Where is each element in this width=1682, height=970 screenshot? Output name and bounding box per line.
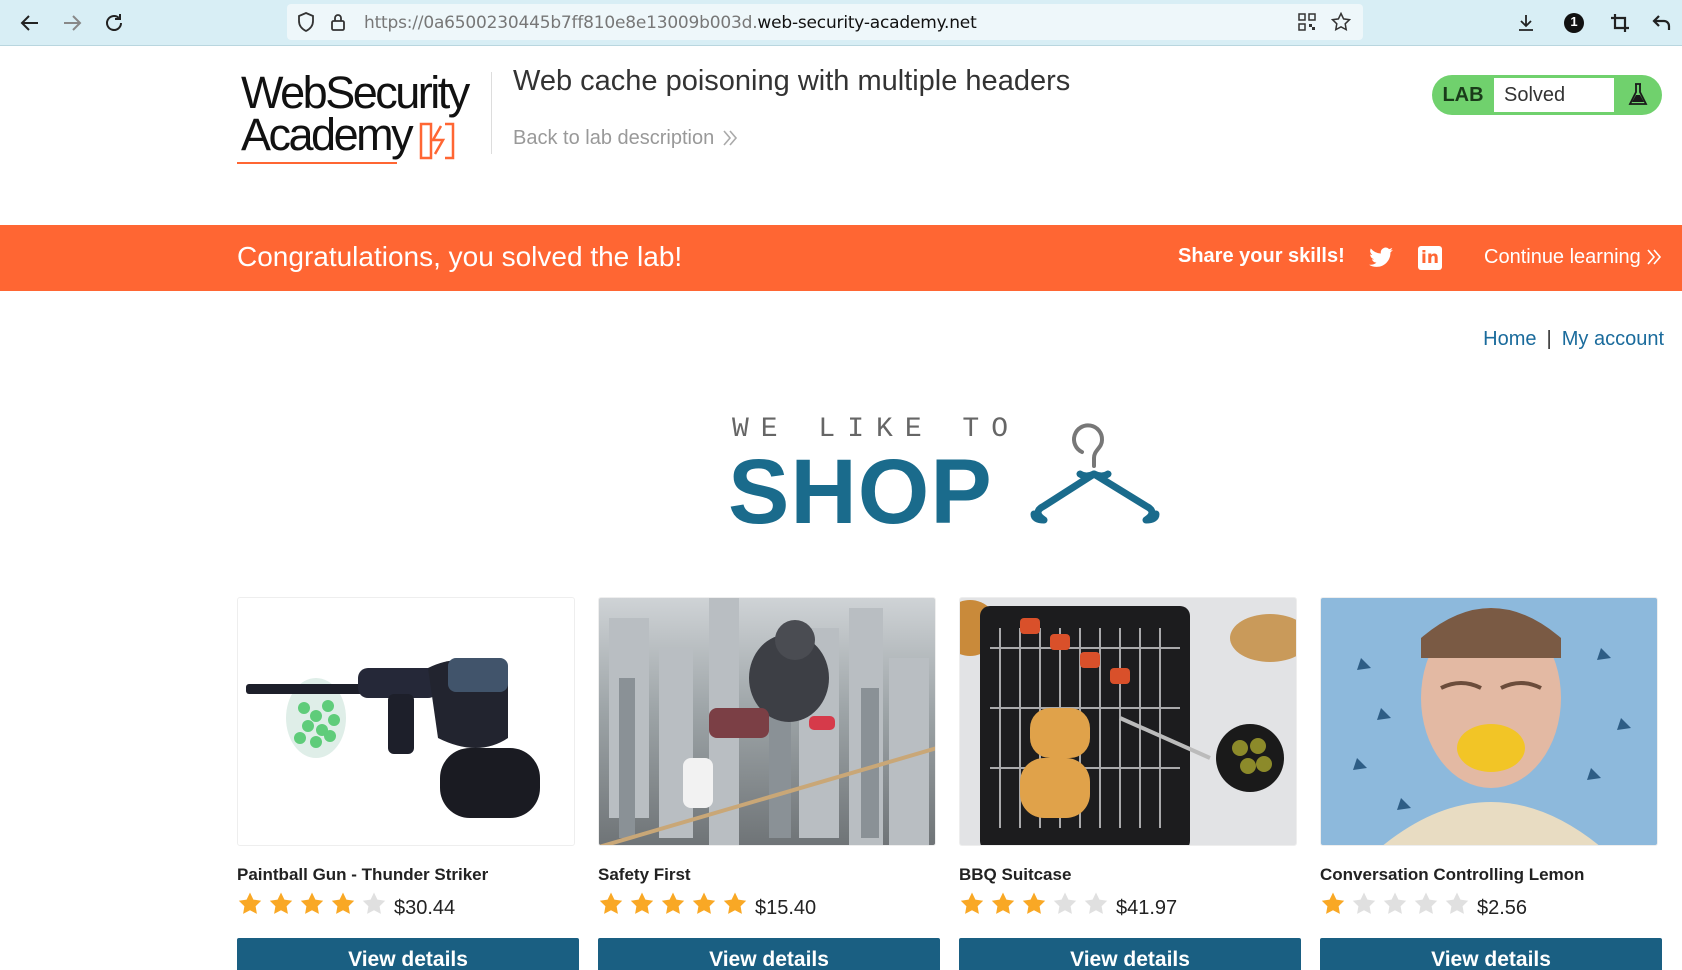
logo-underline <box>237 162 397 164</box>
continue-learning-link[interactable]: Continue learning <box>1484 246 1641 269</box>
star-empty-icon <box>1084 892 1108 914</box>
star-filled-icon <box>960 892 984 914</box>
star-filled-icon <box>300 892 324 914</box>
star-empty-icon <box>1352 892 1376 914</box>
double-chevron-right-icon <box>1647 249 1662 265</box>
star-rating <box>598 891 748 921</box>
crop-icon[interactable] <box>1606 9 1634 37</box>
star-empty-icon <box>1383 892 1407 914</box>
view-details-button[interactable]: View details <box>1320 938 1662 970</box>
product-price: $15.40 <box>755 897 817 919</box>
download-icon[interactable] <box>1512 9 1540 37</box>
star-filled-icon <box>630 892 654 914</box>
solved-banner: Congratulations, you solved the lab! Sha… <box>0 225 1682 291</box>
lock-icon[interactable] <box>328 12 348 32</box>
web-security-academy-logo[interactable]: WebSecurity Academy <box>237 70 491 166</box>
star-filled-icon <box>723 892 747 914</box>
url-domain: web-security-academy.net <box>757 13 977 33</box>
star-filled-icon <box>991 892 1015 914</box>
star-filled-icon <box>661 892 685 914</box>
home-link[interactable]: Home <box>1483 328 1536 350</box>
star-empty-icon <box>1414 892 1438 914</box>
product-price: $41.97 <box>1116 897 1178 919</box>
star-empty-icon <box>1053 892 1077 914</box>
product-image-conversation-lemon <box>1320 597 1658 846</box>
view-details-button[interactable]: View details <box>598 938 940 970</box>
nav-separator: | <box>1546 328 1552 350</box>
product-price: $2.56 <box>1477 897 1528 919</box>
product-name: Conversation Controlling Lemon <box>1320 865 1585 884</box>
star-filled-icon <box>238 892 262 914</box>
view-details-button[interactable]: View details <box>959 938 1301 970</box>
extension-badge-icon[interactable]: 1 <box>1560 9 1588 37</box>
lab-status-badge: LAB Solved <box>1432 75 1662 115</box>
lab-status-text: Solved <box>1494 78 1614 112</box>
product-image-paintball-gun <box>237 597 575 846</box>
star-rating <box>959 891 1109 921</box>
star-filled-icon <box>331 892 355 914</box>
back-to-lab-description-link[interactable]: Back to lab description <box>513 127 714 150</box>
product-name: Safety First <box>598 865 691 884</box>
address-bar[interactable]: https://0a6500230445b7ff810e8e13009b003d… <box>287 4 1363 40</box>
shield-icon[interactable] <box>296 12 316 32</box>
view-details-button[interactable]: View details <box>237 938 579 970</box>
congratulations-message: Congratulations, you solved the lab! <box>237 241 683 272</box>
logo-line-1: WebSecurity <box>241 67 470 118</box>
undo-icon[interactable] <box>1648 9 1676 37</box>
header-divider <box>491 72 492 154</box>
star-empty-icon <box>1445 892 1469 914</box>
top-navigation: Home | My account <box>1483 328 1664 351</box>
double-chevron-right-icon <box>723 130 738 146</box>
star-bookmark-icon[interactable] <box>1331 12 1351 32</box>
logo-line-2: Academy <box>241 109 414 160</box>
flask-icon <box>1618 79 1658 111</box>
forward-arrow-icon[interactable] <box>58 9 86 37</box>
lab-title: Web cache poisoning with multiple header… <box>513 65 1071 97</box>
logo-mark-icon <box>419 122 455 160</box>
product-price: $30.44 <box>394 897 456 919</box>
url-prefix: https://0a6500230445b7ff810e8e13009b003d… <box>364 13 758 33</box>
qr-code-icon[interactable] <box>1297 12 1317 32</box>
browser-toolbar: https://0a6500230445b7ff810e8e13009b003d… <box>0 0 1682 46</box>
star-filled-icon <box>599 892 623 914</box>
my-account-link[interactable]: My account <box>1562 328 1664 350</box>
product-image-safety-first <box>598 597 936 846</box>
reload-icon[interactable] <box>100 9 128 37</box>
lab-tag: LAB <box>1442 83 1484 106</box>
url-text: https://0a6500230445b7ff810e8e13009b003d… <box>364 13 977 33</box>
back-arrow-icon[interactable] <box>16 9 44 37</box>
star-filled-icon <box>1321 892 1345 914</box>
twitter-icon[interactable] <box>1368 247 1394 269</box>
star-filled-icon <box>692 892 716 914</box>
star-rating <box>237 891 387 921</box>
clothes-hanger-icon <box>1030 423 1160 524</box>
star-empty-icon <box>362 892 386 914</box>
extension-badge-count: 1 <box>1570 14 1578 29</box>
product-image-bbq-suitcase <box>959 597 1297 846</box>
linkedin-icon[interactable]: in <box>1418 246 1442 270</box>
star-rating <box>1320 891 1470 921</box>
share-skills-label: Share your skills! <box>1178 245 1345 267</box>
star-filled-icon <box>1022 892 1046 914</box>
product-name: Paintball Gun - Thunder Striker <box>237 865 489 884</box>
star-filled-icon <box>269 892 293 914</box>
hero-title: SHOP <box>728 441 993 543</box>
product-name: BBQ Suitcase <box>959 865 1072 884</box>
